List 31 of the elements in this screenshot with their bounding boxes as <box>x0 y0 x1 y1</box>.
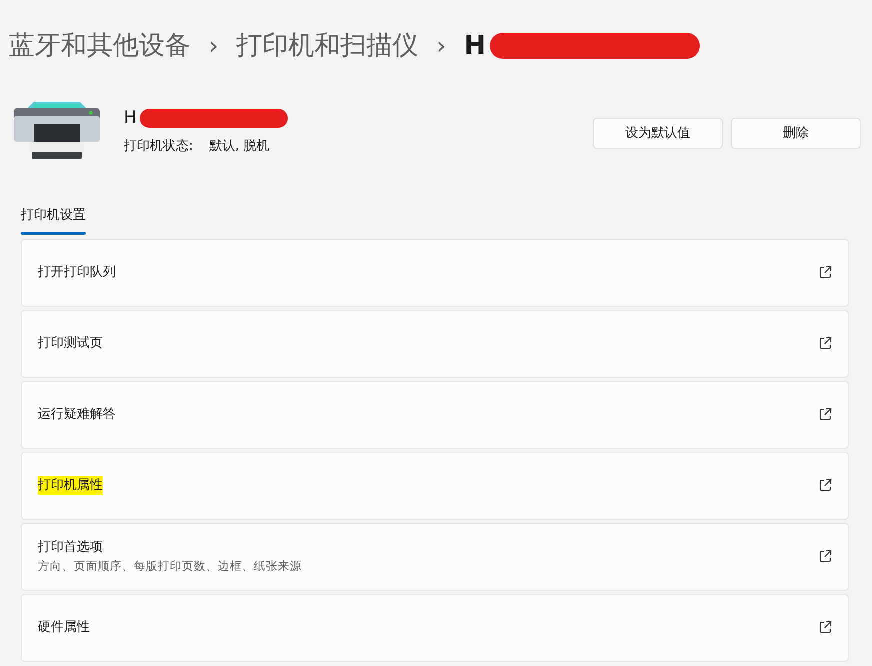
setting-title: 打印机属性 <box>38 476 103 496</box>
settings-item[interactable]: 打开打印队列 <box>21 238 849 306</box>
tab[interactable]: 打印机设置 <box>21 206 86 234</box>
external-link-icon <box>819 337 832 350</box>
page-title: H <box>464 30 486 62</box>
setting-title: 运行疑难解答 <box>38 406 116 424</box>
chevron-icon: › <box>209 28 219 64</box>
setting-description: 方向、页面顺序、每版打印页数、边框、纸张来源 <box>38 558 302 575</box>
status-value: 默认, 脱机 <box>209 138 270 156</box>
external-link-icon <box>819 266 832 279</box>
external-link-icon <box>819 408 832 421</box>
breadcrumb-link[interactable]: 蓝牙和其他设备 <box>9 26 191 66</box>
external-link-icon <box>819 550 832 563</box>
setting-title: 打开打印队列 <box>38 264 116 282</box>
setting-title: 打印首选项 <box>38 539 103 558</box>
default-button[interactable]: 设为默认值 <box>593 118 723 149</box>
settings-item[interactable]: 运行疑难解答 <box>21 380 849 448</box>
delete-button[interactable]: 删除 <box>731 118 861 149</box>
external-link-icon <box>819 479 832 492</box>
breadcrumb-link[interactable]: 打印机和扫描仪 <box>236 26 419 66</box>
settings-item[interactable]: 打印测试页 <box>21 310 849 378</box>
chevron-icon: › <box>436 28 446 64</box>
settings-item[interactable]: 打印机属性 <box>21 452 849 520</box>
setting-title: 硬件属性 <box>38 618 90 637</box>
setting-title: 打印测试页 <box>38 334 103 353</box>
printer-name: H <box>124 106 137 130</box>
printer-icon <box>14 102 100 160</box>
status-label: 打印机状态: <box>124 138 194 156</box>
settings-item[interactable]: 打印首选项 方向、页面顺序、每版打印页数、边框、纸张来源 <box>21 522 849 590</box>
settings-item[interactable]: 硬件属性 <box>21 594 849 662</box>
external-link-icon <box>819 621 832 634</box>
